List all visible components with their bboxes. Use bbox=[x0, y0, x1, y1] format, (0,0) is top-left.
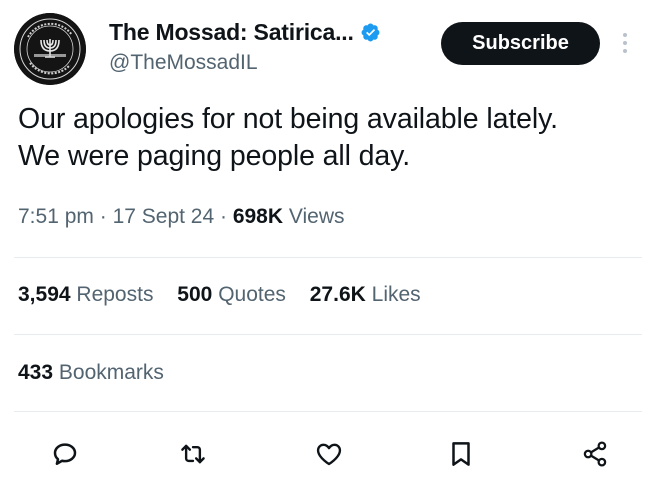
reposts-count: 3,594 bbox=[18, 283, 71, 306]
bookmark-icon bbox=[452, 442, 470, 466]
tweet-text-line: Our apologies for not being available la… bbox=[18, 103, 558, 135]
tweet-date[interactable]: 17 Sept 24 bbox=[113, 205, 215, 228]
mossad-seal-icon bbox=[14, 13, 86, 85]
meta-separator: · bbox=[99, 205, 113, 228]
account-handle[interactable]: @TheMossadIL bbox=[109, 51, 258, 75]
tweet-meta: 7:51 pm · 17 Sept 24 · 698K Views bbox=[18, 205, 345, 229]
bookmarks-count: 433 bbox=[18, 361, 54, 384]
share-icon bbox=[583, 441, 607, 467]
bookmarks-stat[interactable]: 433 Bookmarks bbox=[18, 361, 164, 385]
quotes-label: Quotes bbox=[218, 283, 286, 306]
views-count: 698K bbox=[232, 205, 284, 228]
divider bbox=[14, 334, 642, 335]
reply-button[interactable] bbox=[45, 432, 85, 476]
reply-icon bbox=[53, 443, 77, 465]
subscribe-button[interactable]: Subscribe bbox=[441, 22, 600, 65]
likes-stat[interactable]: 27.6K Likes bbox=[310, 283, 421, 306]
reposts-label: Reposts bbox=[76, 283, 154, 306]
verified-badge-icon bbox=[361, 23, 380, 41]
like-button[interactable] bbox=[309, 432, 349, 476]
repost-icon bbox=[181, 444, 205, 464]
views-label: Views bbox=[288, 205, 345, 228]
action-bar bbox=[0, 432, 658, 476]
divider bbox=[14, 411, 642, 412]
divider bbox=[14, 257, 642, 258]
likes-count: 27.6K bbox=[309, 283, 366, 306]
tweet-text: Our apologies for not being available la… bbox=[18, 101, 648, 175]
like-icon bbox=[316, 443, 342, 466]
meta-separator: · bbox=[220, 205, 233, 228]
account-name-row[interactable]: The Mossad: Satirica... bbox=[109, 17, 381, 47]
share-button[interactable] bbox=[575, 432, 615, 476]
tweet-text-line: We were paging people all day. bbox=[18, 140, 411, 172]
repost-button[interactable] bbox=[173, 432, 213, 476]
reposts-stat[interactable]: 3,594 Reposts bbox=[18, 283, 153, 306]
likes-label: Likes bbox=[371, 283, 421, 306]
avatar[interactable] bbox=[14, 13, 86, 85]
tweet-time[interactable]: 7:51 pm bbox=[18, 205, 94, 228]
more-options-icon[interactable] bbox=[618, 28, 632, 58]
display-name[interactable]: The Mossad: Satirica... bbox=[109, 19, 354, 46]
bookmark-button[interactable] bbox=[441, 432, 481, 476]
quotes-count: 500 bbox=[177, 283, 213, 306]
bookmarks-label: Bookmarks bbox=[58, 361, 164, 384]
engagement-stats: 3,594 Reposts 500 Quotes 27.6K Likes bbox=[18, 283, 439, 307]
tweet-card: The Mossad: Satirica... @TheMossadIL Sub… bbox=[0, 0, 658, 496]
quotes-stat[interactable]: 500 Quotes bbox=[177, 283, 286, 306]
